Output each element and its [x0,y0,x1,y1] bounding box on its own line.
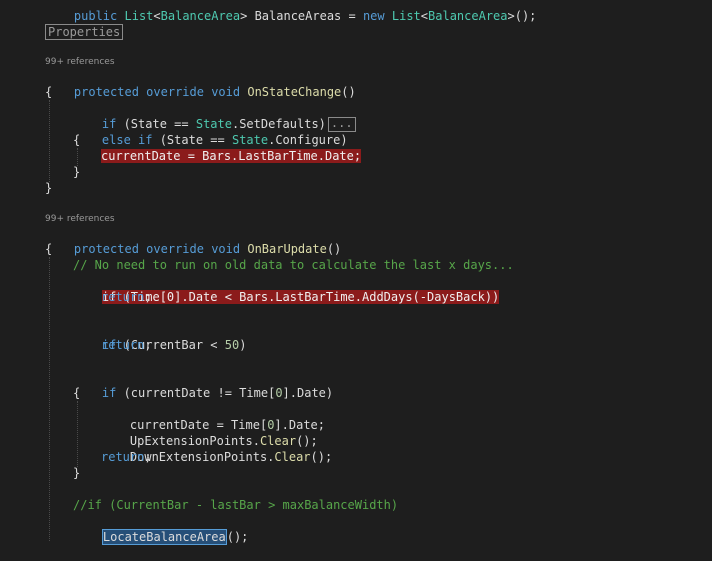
brace-open: { [73,133,81,147]
code-line-up-clear: UpExtensionPoints.Clear(); [101,417,318,448]
code-text: < [420,9,429,23]
brace-close: } [73,466,81,480]
type-name: State [231,133,269,147]
code-line-balance-areas: public List<BalanceArea> BalanceAreas = … [45,0,537,23]
brace-close: } [73,165,81,179]
keyword: void [211,242,241,256]
number-literal: 50 [224,338,240,352]
code-text: < [153,9,161,23]
code-text: (); [310,450,333,464]
method-name: OnStateChange [247,85,342,99]
keyword: return [101,450,145,464]
code-text: (-DaysBack)) [412,290,500,304]
code-text: (); [226,530,249,544]
keyword: protected [73,85,139,99]
method-signature-onbarupdate: protected override void OnBarUpdate() [45,225,341,256]
keyword: override [146,242,204,256]
keyword: override [146,85,204,99]
code-line-if-currentdate: if (currentDate != Time[0].Date) [73,369,333,400]
code-line-assign-currentdate: currentDate = Time[0].Date; [101,401,325,432]
code-text: (Time[0].Date < Bars.LastBarTime. [116,290,362,304]
code-text: (State == [152,133,232,147]
brace-close: } [45,181,53,195]
keyword: public [73,9,118,23]
code-line-if-setdefaults: if (State == State.SetDefaults)... [73,100,356,132]
code-text: ; [144,338,152,352]
code-text: >(); [507,9,537,23]
keyword: protected [73,242,139,256]
type-name: BalanceArea [428,9,508,23]
breakpoint-highlight: if (Time[0].Date < Bars.LastBarTime.AddD… [101,290,500,304]
keyword: return [101,338,145,352]
keyword: return [101,290,145,304]
code-text: .Configure) [268,133,348,147]
code-line-down-clear: DownExtensionPoints.Clear(); [101,433,332,464]
code-line-return: return; [101,337,152,353]
code-text: () [326,242,342,256]
code-comment: // No need to run on old data to calcula… [73,258,514,272]
type-name: List [124,9,154,23]
code-text: (currentDate != Time[ [116,386,276,400]
keyword: else if [101,133,153,147]
code-text: ) [239,338,247,352]
type-name: List [391,9,421,23]
method-signature-onstatechange: protected override void OnStateChange() [45,68,356,99]
breakpoint-line-currentdate: currentDate = Bars.LastBarTime.Date; [101,148,362,164]
brace-open: { [45,242,53,256]
brace-open: { [73,386,81,400]
code-line-if-currentbar: if (CurrentBar < 50) [73,321,247,352]
keyword: void [211,85,241,99]
code-text: > BalanceAreas = [240,9,363,23]
codelens-references[interactable]: 99+ references [45,213,115,225]
method-name: OnBarUpdate [247,242,327,256]
codelens-references[interactable]: 99+ references [45,56,115,68]
method-name: Clear [274,450,311,464]
code-text: ].Date) [282,386,334,400]
breakpoint-line-if-time: if (Time[0].Date < Bars.LastBarTime.AddD… [73,273,500,304]
selected-method-call[interactable]: LocateBalanceArea [101,529,227,545]
number-literal: 0 [275,386,283,400]
code-comment: //if (CurrentBar - lastBar > maxBalanceW… [73,498,399,512]
method-name: AddDays [362,290,413,304]
collapsed-region-properties[interactable]: Properties [45,24,124,40]
keyword: if [101,386,117,400]
brace-open: { [45,85,53,99]
code-line-locate-balance-area: LocateBalanceArea(); [73,513,248,545]
code-text: () [341,85,356,99]
keyword: new [362,9,385,23]
code-line-return: return; [101,289,152,305]
code-line-elseif-configure: else if (State == State.Configure) [73,116,348,147]
code-line-return: return; [101,449,152,465]
indent-guide [49,257,50,541]
code-editor[interactable]: public List<BalanceArea> BalanceAreas = … [0,0,712,545]
type-name: BalanceArea [160,9,241,23]
breakpoint-highlight: currentDate = Bars.LastBarTime.Date; [101,149,362,163]
code-text: ; [144,290,152,304]
code-text: ; [144,450,152,464]
